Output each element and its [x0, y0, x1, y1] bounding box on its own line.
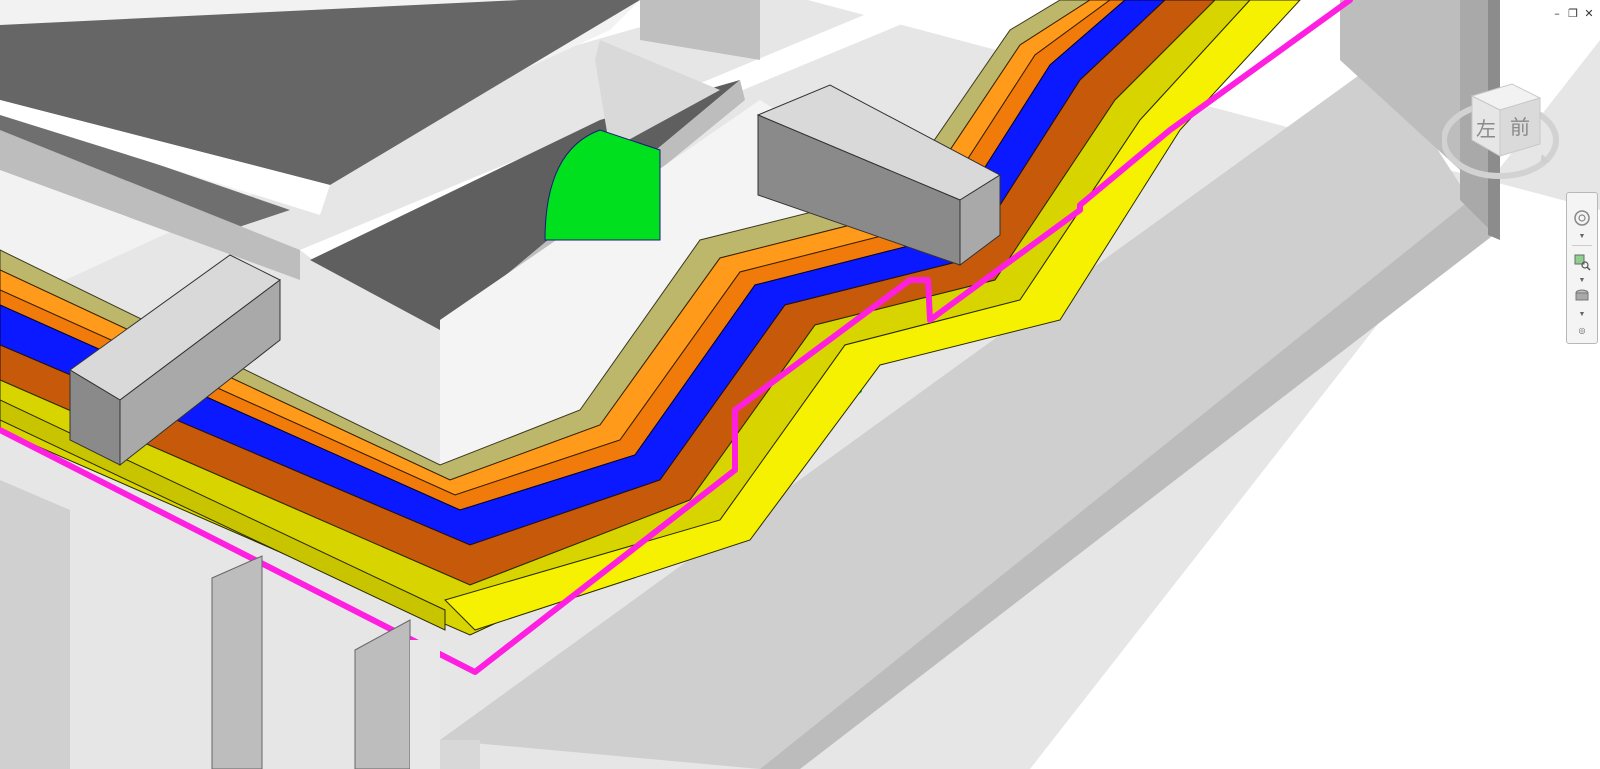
close-icon[interactable]: ✕	[1582, 6, 1596, 20]
3d-viewport[interactable]: – ❐ ✕ 左 前 ▼ ▼ ▼ ◎	[0, 0, 1600, 769]
chevron-down-icon[interactable]: ▼	[1577, 311, 1587, 319]
mep-model-scene	[0, 0, 1600, 769]
zoom-region-icon[interactable]	[1571, 251, 1593, 273]
viewcube-icon[interactable]: 左 前	[1442, 78, 1576, 188]
lower-column-1	[211, 555, 263, 769]
viewcube-left-label: 左	[1476, 117, 1496, 141]
lower-column-3	[410, 640, 440, 769]
nav-divider	[1572, 245, 1592, 246]
restore-icon[interactable]: ❐	[1566, 6, 1580, 20]
viewcube-front-label: 前	[1510, 115, 1530, 139]
window-controls: – ❐ ✕	[1550, 2, 1596, 24]
lower-column-4	[440, 740, 480, 769]
lower-left-wall	[0, 480, 70, 769]
minimize-icon[interactable]: –	[1550, 6, 1564, 20]
orbit-icon[interactable]	[1571, 285, 1593, 307]
nav-bar-options-icon[interactable]: ◎	[1577, 327, 1587, 335]
navigation-bar: ▼ ▼ ▼ ◎	[1566, 192, 1598, 344]
chevron-down-icon[interactable]: ▼	[1577, 277, 1587, 285]
chevron-down-icon[interactable]: ▼	[1577, 233, 1587, 241]
steering-wheel-icon[interactable]	[1571, 207, 1593, 229]
